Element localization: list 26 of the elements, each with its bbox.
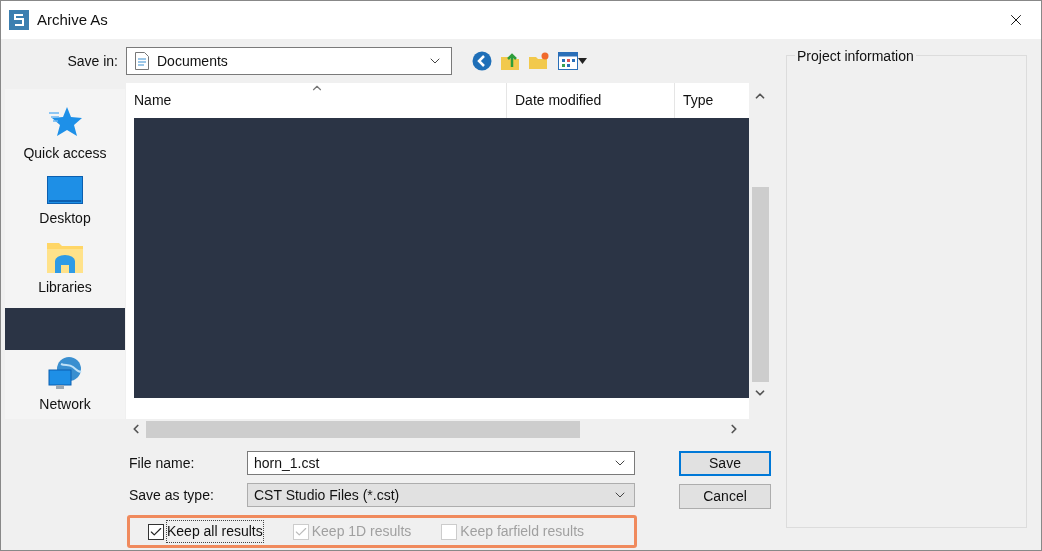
file-name-field[interactable]: horn_1.cst: [247, 451, 635, 475]
window-title: Archive As: [37, 9, 109, 30]
new-folder-icon[interactable]: [528, 51, 550, 71]
place-item[interactable]: Quick access: [23, 105, 107, 168]
save-in-dropdown[interactable]: Documents: [126, 47, 452, 75]
monitor-icon: [47, 176, 83, 204]
save-button[interactable]: Save: [679, 451, 771, 476]
scrollbar-thumb[interactable]: [146, 420, 580, 438]
folder-up-icon[interactable]: [500, 51, 520, 71]
file-name-label: File name:: [129, 453, 196, 473]
view-menu-icon[interactable]: [558, 52, 587, 70]
cancel-button[interactable]: Cancel: [679, 484, 771, 509]
save-as-type-label: Save as type:: [129, 485, 215, 505]
save-as-type-dropdown[interactable]: CST Studio Files (*.cst): [247, 483, 635, 507]
star-icon: [47, 105, 83, 139]
option-checkbox[interactable]: Keep all results: [148, 521, 263, 542]
document-icon: [135, 52, 149, 70]
save-in-label: Save in:: [66, 51, 118, 71]
place-item[interactable]: Desktop: [39, 176, 91, 233]
place-item[interactable]: Network: [39, 356, 91, 419]
column-header[interactable]: Type: [675, 83, 749, 118]
app-logo-icon: [9, 10, 29, 30]
place-item[interactable]: Libraries: [38, 241, 92, 302]
folder-icon: [47, 241, 83, 273]
network-icon: [47, 356, 83, 390]
scrollbar-thumb[interactable]: [751, 187, 769, 382]
